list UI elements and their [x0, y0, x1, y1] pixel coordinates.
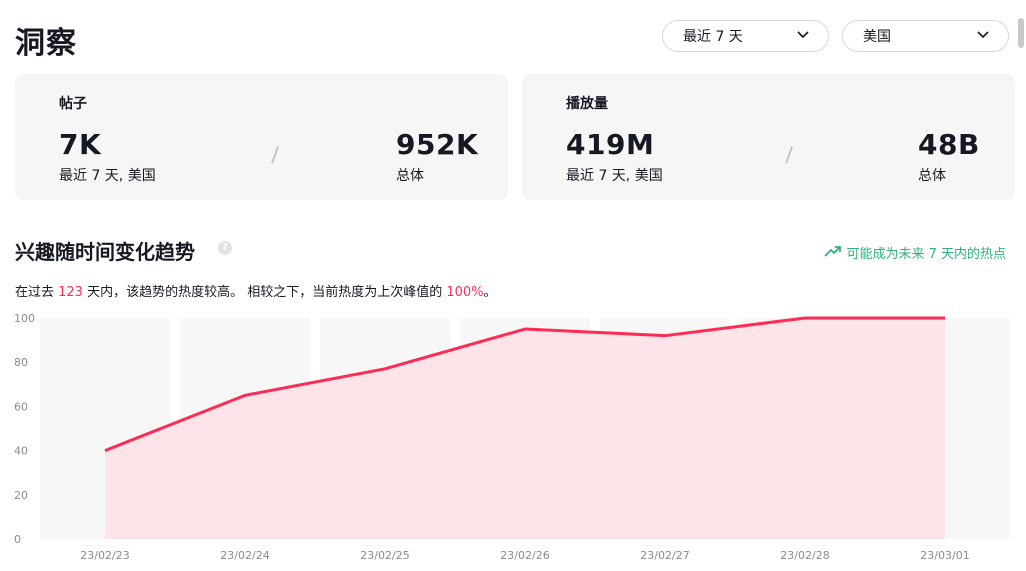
period-dropdown-label: 最近 7 天 — [683, 29, 743, 45]
x-tick-label: 23/02/27 — [640, 549, 689, 562]
posts-card-title: 帖子 — [59, 96, 87, 112]
x-tick-label: 23/02/23 — [80, 549, 129, 562]
views-card: 播放量 419M 最近 7 天, 美国 48B 总体 — [522, 74, 1015, 200]
x-tick-label: 23/02/26 — [500, 549, 549, 562]
scrollbar[interactable] — [1018, 18, 1024, 48]
period-dropdown[interactable]: 最近 7 天 — [662, 20, 829, 52]
desc-mid: 天内，该趋势的热度较高。 相较之下，当前热度为上次峰值的 — [82, 285, 447, 300]
posts-total-value: 952K — [396, 128, 479, 161]
views-total-value: 48B — [918, 128, 980, 161]
views-card-title: 播放量 — [566, 96, 608, 112]
y-tick-label: 80 — [14, 356, 28, 369]
page-title: 洞察 — [15, 26, 77, 61]
desc-pct: 100% — [446, 285, 484, 300]
views-recent-value: 419M — [566, 128, 655, 161]
y-tick-label: 0 — [14, 533, 21, 546]
views-total-label: 总体 — [918, 168, 946, 184]
region-dropdown-label: 美国 — [863, 29, 891, 45]
posts-total-label: 总体 — [396, 168, 424, 184]
trend-title: 兴趣随时间变化趋势 — [15, 240, 195, 264]
hot-prediction: 可能成为未来 7 天内的热点 — [824, 243, 1006, 262]
posts-recent-value: 7K — [59, 128, 102, 161]
views-recent-label: 最近 7 天, 美国 — [566, 168, 663, 184]
posts-card: 帖子 7K 最近 7 天, 美国 952K 总体 — [15, 74, 508, 200]
trend-chart: 0 20 40 60 80 100 23/02/23 23/02/24 23/02/25 23/0… — [14, 312, 1010, 562]
region-dropdown[interactable]: 美国 — [842, 20, 1009, 52]
x-tick-label: 23/02/28 — [780, 549, 829, 562]
background-band — [950, 318, 1010, 539]
desc-prefix: 在过去 — [15, 285, 59, 300]
divider — [270, 146, 280, 164]
posts-recent-label: 最近 7 天, 美国 — [59, 168, 156, 184]
y-tick-label: 40 — [14, 445, 28, 458]
help-icon[interactable]: ? — [218, 241, 232, 255]
hot-prediction-label: 可能成为未来 7 天内的热点 — [846, 247, 1006, 262]
chevron-down-icon — [976, 27, 990, 45]
desc-days: 123 — [58, 285, 83, 300]
desc-suffix: 。 — [483, 285, 497, 300]
x-tick-label: 23/02/25 — [360, 549, 409, 562]
x-tick-label: 23/03/01 — [920, 549, 969, 562]
x-tick-label: 23/02/24 — [220, 549, 269, 562]
trending-up-icon — [824, 244, 846, 262]
trend-description: 在过去 123 天内，该趋势的热度较高。 相较之下，当前热度为上次峰值的 100… — [15, 281, 497, 300]
chevron-down-icon — [796, 27, 810, 45]
y-tick-label: 60 — [14, 400, 28, 413]
y-tick-label: 20 — [14, 489, 28, 502]
y-tick-label: 100 — [14, 312, 35, 325]
divider — [784, 146, 794, 164]
